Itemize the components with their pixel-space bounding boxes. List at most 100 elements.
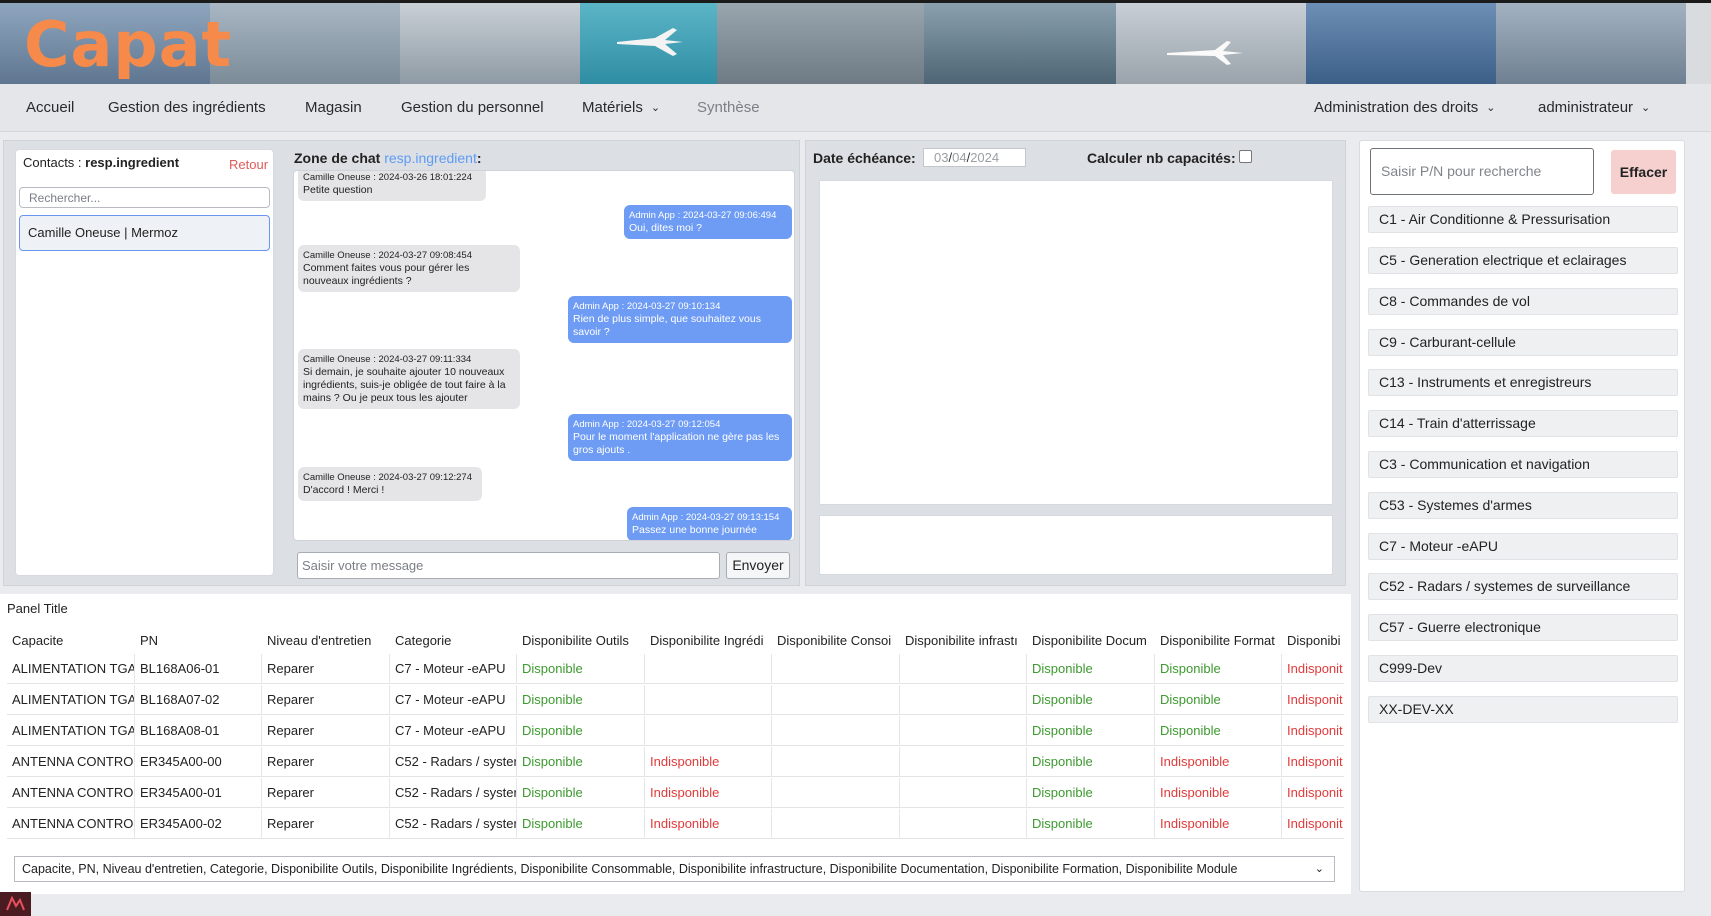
send-button[interactable]: Envoyer [726,552,790,579]
cell-consommable [772,654,900,684]
category-item[interactable]: C7 - Moteur -eAPU [1368,533,1678,560]
chevron-down-icon: ⌄ [1641,102,1651,114]
chat-messages[interactable]: Camille Oneuse : 2024-03-26 18:01:224 Pe… [293,170,795,541]
category-item[interactable]: C13 - Instruments et enregistreurs [1368,369,1678,396]
app-logo[interactable]: Capat [24,10,232,80]
debug-toolbar-icon[interactable] [0,892,31,916]
chat-message-text: Comment faites vous pour gérer les nouve… [303,262,470,287]
nav-admin-droits-dropdown[interactable]: Administration des droits ⌄ [1314,84,1495,132]
column-header[interactable]: Niveau d'entretien [262,626,390,656]
category-item[interactable]: C999-Dev [1368,655,1678,682]
column-header[interactable]: Disponibilite Docum [1027,626,1155,656]
cell-documentation: Disponible [1027,716,1155,746]
cell-documentation: Disponible [1027,747,1155,777]
category-item[interactable]: C57 - Guerre electronique [1368,614,1678,641]
nav-user-label: administrateur [1538,99,1634,116]
table-row[interactable]: ANTENNA CONTROL ER345A00-02 Reparer C52 … [7,809,1344,839]
nav-materiels-label: Matériels [582,99,643,116]
header-banner: Capat [0,0,1711,84]
contacts-search-input[interactable]: Rechercher... [19,187,270,208]
cell-niveau: Reparer [262,747,390,777]
cell-documentation: Disponible [1027,778,1155,808]
message-input[interactable]: Saisir votre message [297,552,720,579]
contacts-panel [15,149,274,576]
calc-capacites-checkbox[interactable] [1239,150,1252,163]
cell-pn: BL168A07-02 [135,685,262,715]
chat-message-meta: Admin App : 2024-03-27 09:12:054 [573,419,721,430]
contact-item[interactable]: Camille Oneuse | Mermoz [19,215,270,251]
nav-user-dropdown[interactable]: administrateur ⌄ [1538,84,1650,132]
table-row[interactable]: ALIMENTATION TGA BL168A08-01 Reparer C7 … [7,716,1344,746]
columns-select-value: Capacite, PN, Niveau d'entretien, Catego… [22,862,1238,876]
column-header[interactable]: Capacite [7,626,135,656]
banner-photo-helicopter-sea [1306,3,1496,84]
category-item[interactable]: C52 - Radars / systemes de surveillance [1368,573,1678,600]
cell-pn: ER345A00-02 [135,809,262,839]
nav-materiels-dropdown[interactable]: Matériels ⌄ [582,84,660,132]
cell-pn: BL168A08-01 [135,716,262,746]
cell-consommable [772,685,900,715]
column-header[interactable]: Disponibilite Format [1155,626,1282,656]
capacity-summary-area [819,515,1333,575]
chat-message: Camille Oneuse : 2024-03-27 09:11:334 Si… [298,349,520,409]
nav-gestion-ingredients[interactable]: Gestion des ingrédients [108,84,266,132]
chat-message-text: Passez une bonne journée [632,524,757,536]
cell-module: Indisponit [1287,754,1343,769]
chat-message: Admin App : 2024-03-27 09:10:134 Rien de… [568,296,792,343]
table-row[interactable]: ANTENNA CONTROL ER345A00-00 Reparer C52 … [7,747,1344,777]
cell-formation: Disponible [1155,716,1282,746]
contacts-label: Contacts : [23,155,86,170]
cell-module: Indisponit [1287,723,1343,738]
category-item[interactable]: C14 - Train d'atterrissage [1368,410,1678,437]
cell-module: Indisponit [1287,785,1343,800]
chat-message-meta: Camille Oneuse : 2024-03-27 09:12:274 [303,472,473,483]
date-year: 2024 [970,150,1000,165]
column-header[interactable]: Disponibilite infrastı [900,626,1027,656]
banner-photo-turboprop [210,3,400,84]
contacts-user: resp.ingredient [85,155,180,170]
category-item[interactable]: C53 - Systemes d'armes [1368,492,1678,519]
cell-pn: BL168A06-01 [135,654,262,684]
date-echeance-input[interactable]: 03/04/2024 [923,148,1026,167]
column-header[interactable]: Categorie [390,626,517,656]
chat-message-meta: Camille Oneuse : 2024-03-27 09:11:334 [303,354,472,365]
nav-synthese[interactable]: Synthèse [697,84,760,132]
table-row[interactable]: ANTENNA CONTROL ER345A00-01 Reparer C52 … [7,778,1344,808]
category-item[interactable]: C8 - Commandes de vol [1368,288,1678,315]
retour-link[interactable]: Retour [229,157,268,172]
cell-consommable [772,747,900,777]
column-header[interactable]: PN [135,626,262,656]
category-item[interactable]: C3 - Communication et navigation [1368,451,1678,478]
banner-photo-helicopter-deck [400,3,580,84]
column-header[interactable]: Disponibilite Ingrédi [645,626,772,656]
cell-categorie: C52 - Radars / syster [390,778,517,808]
chat-message-text: Rien de plus simple, que souhaitez vous … [573,313,761,338]
nav-gestion-personnel[interactable]: Gestion du personnel [401,84,544,132]
category-item[interactable]: C5 - Generation electrique et eclairages [1368,247,1678,274]
chat-message-text: D'accord ! Merci ! [303,484,385,496]
chat-user-link[interactable]: resp.ingredient [384,150,477,166]
cell-consommable [772,778,900,808]
cell-capacite: ALIMENTATION TGA [7,685,135,715]
effacer-button[interactable]: Effacer [1611,150,1676,194]
category-item[interactable]: C9 - Carburant-cellule [1368,329,1678,356]
cell-ingredients: Indisponible [645,809,772,839]
category-item[interactable]: C1 - Air Conditionne & Pressurisation [1368,206,1678,233]
column-header[interactable]: Disponibi [1282,626,1344,656]
nav-accueil[interactable]: Accueil [26,84,74,132]
table-row[interactable]: ALIMENTATION TGA BL168A06-01 Reparer C7 … [7,654,1344,684]
chat-message-text: Oui, dites moi ? [629,222,702,234]
chat-message: Admin App : 2024-03-27 09:12:054 Pour le… [568,414,792,461]
columns-select[interactable]: Capacite, PN, Niveau d'entretien, Catego… [14,856,1335,882]
cell-module: Indisponit [1287,661,1343,676]
category-item[interactable]: XX-DEV-XX [1368,696,1678,723]
nav-magasin[interactable]: Magasin [305,84,362,132]
cell-capacite: ANTENNA CONTROL [7,778,135,808]
cell-infrastructure [900,778,1027,808]
column-header[interactable]: Disponibilite Consoi [772,626,900,656]
pn-search-input[interactable]: Saisir P/N pour recherche [1370,148,1594,195]
column-header[interactable]: Disponibilite Outils [517,626,645,656]
chat-message: Admin App : 2024-03-27 09:06:494 Oui, di… [624,205,792,239]
cell-formation: Indisponible [1155,747,1282,777]
table-row[interactable]: ALIMENTATION TGA BL168A07-02 Reparer C7 … [7,685,1344,715]
